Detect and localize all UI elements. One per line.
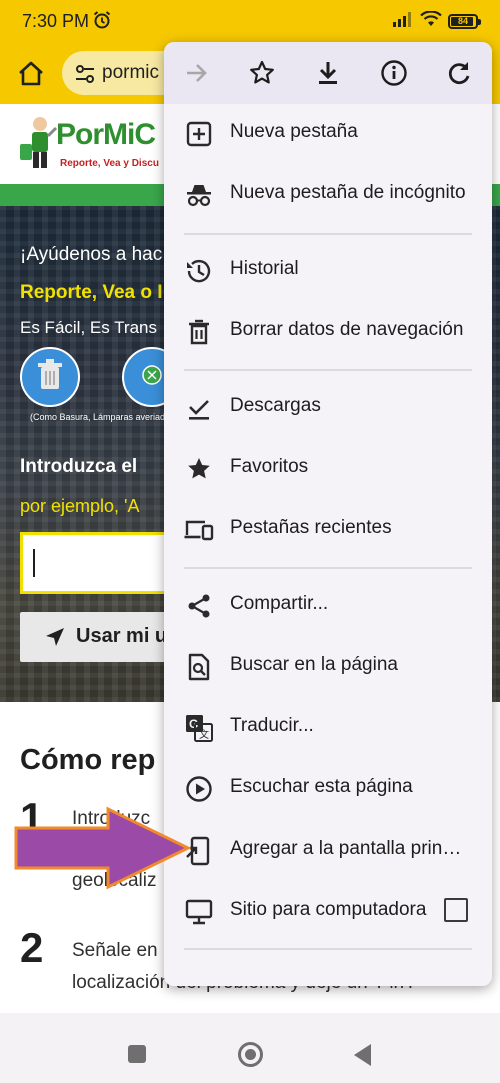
menu-item-label: Nueva pestaña xyxy=(230,121,358,142)
new-tab-icon xyxy=(184,119,214,149)
star-icon[interactable] xyxy=(247,58,277,88)
menu-item-incognito-tab[interactable]: Nueva pestaña de incógnito xyxy=(164,165,492,225)
share-icon xyxy=(184,591,214,621)
site-settings-icon[interactable] xyxy=(74,63,96,90)
refresh-icon[interactable] xyxy=(444,58,474,88)
download-icon[interactable] xyxy=(313,58,343,88)
alarm-icon xyxy=(92,10,112,35)
status-time: 7:30 PM xyxy=(22,11,90,31)
url-text[interactable]: pormic xyxy=(102,62,159,84)
menu-item-add-to-home[interactable]: Agregar a la pantalla principal xyxy=(164,821,492,881)
hero-subheadline: Reporte, Vea o I xyxy=(20,282,163,303)
logo-wordmark: PorMiC xyxy=(56,118,156,151)
battery-level: 84 xyxy=(457,16,468,26)
menu-item-listen[interactable]: Escuchar esta página xyxy=(164,759,492,819)
menu-divider xyxy=(184,233,472,235)
navigation-arrow-icon xyxy=(44,626,66,653)
svg-text:文: 文 xyxy=(199,728,209,741)
browser-overflow-menu: Nueva pestaña Nueva pestaña de incógnito… xyxy=(164,42,492,986)
battery-icon: 84 xyxy=(448,14,481,29)
translate-icon: G文 xyxy=(184,713,214,743)
search-prompt: Introduzca el xyxy=(20,456,138,477)
signal-icon xyxy=(392,11,414,32)
location-input[interactable] xyxy=(20,532,180,594)
menu-toolbar xyxy=(164,42,492,104)
menu-item-share[interactable]: Compartir... xyxy=(164,576,492,636)
status-icons: 84 xyxy=(392,10,481,32)
menu-item-clear-data[interactable]: Borrar datos de navegación xyxy=(164,302,492,362)
menu-item-desktop-site[interactable]: Sitio para computadora xyxy=(164,882,492,942)
back-icon[interactable] xyxy=(354,1044,371,1066)
menu-item-label: Buscar en la página xyxy=(230,654,398,675)
menu-item-label: Nueva pestaña de incógnito xyxy=(230,182,466,203)
menu-divider xyxy=(184,369,472,371)
desktop-site-checkbox[interactable] xyxy=(444,898,468,922)
search-example: por ejemplo, 'A xyxy=(20,496,140,516)
menu-item-label: Escuchar esta página xyxy=(230,776,413,797)
devices-icon xyxy=(184,515,214,545)
info-icon[interactable] xyxy=(379,58,409,88)
hero-icon-caption: (Como Basura, Lámparas averiad xyxy=(30,412,166,422)
menu-item-downloads[interactable]: Descargas xyxy=(164,378,492,438)
forward-icon[interactable] xyxy=(182,58,212,88)
menu-item-label: Sitio para computadora xyxy=(230,899,427,920)
hero-headline: ¡Ayúdenos a hac xyxy=(20,244,163,265)
menu-item-label: Favoritos xyxy=(230,456,309,477)
recents-icon[interactable] xyxy=(128,1045,146,1063)
text-caret xyxy=(33,549,35,577)
annotation-arrow-icon xyxy=(14,806,192,890)
status-bar: 7:30 PM 84 xyxy=(0,0,500,42)
logo-tagline: Reporte, Vea y Discu xyxy=(60,158,159,169)
menu-item-bookmarks[interactable]: Favoritos xyxy=(164,439,492,499)
trash-category-icon[interactable] xyxy=(20,347,80,407)
mascot-icon xyxy=(20,117,58,168)
step-number: 2 xyxy=(20,924,44,971)
home-nav-icon[interactable] xyxy=(238,1042,263,1067)
downloads-icon xyxy=(184,393,214,423)
play-icon xyxy=(184,774,214,804)
star-icon xyxy=(184,454,214,484)
menu-item-new-tab[interactable]: Nueva pestaña xyxy=(164,104,492,164)
menu-item-history[interactable]: Historial xyxy=(164,241,492,301)
menu-item-find-in-page[interactable]: Buscar en la página xyxy=(164,637,492,697)
home-icon[interactable] xyxy=(16,59,46,94)
section-title: Cómo rep xyxy=(20,744,156,776)
use-my-location-button[interactable]: Usar mi u xyxy=(20,612,180,662)
menu-item-label: Traducir... xyxy=(230,715,314,736)
desktop-icon xyxy=(184,897,214,927)
hero-tagline: Es Fácil, Es Trans xyxy=(20,318,157,337)
system-nav-bar xyxy=(0,1013,500,1083)
menu-divider xyxy=(184,567,472,569)
use-my-location-label: Usar mi u xyxy=(76,625,168,647)
menu-divider xyxy=(184,948,472,950)
incognito-icon xyxy=(184,180,214,210)
menu-item-recent-tabs[interactable]: Pestañas recientes xyxy=(164,500,492,560)
menu-item-label: Historial xyxy=(230,258,299,279)
menu-item-label: Pestañas recientes xyxy=(230,517,392,538)
menu-item-label: Descargas xyxy=(230,395,321,416)
menu-item-label: Compartir... xyxy=(230,593,329,614)
step-text: Señale en xyxy=(72,940,158,961)
menu-scroll-fade xyxy=(164,962,492,986)
menu-item-label: Agregar a la pantalla principal xyxy=(230,838,470,859)
history-icon xyxy=(184,256,214,286)
menu-item-label: Borrar datos de navegación xyxy=(230,319,464,340)
wifi-icon xyxy=(420,10,442,32)
find-in-page-icon xyxy=(184,652,214,682)
trash-icon xyxy=(184,317,214,347)
menu-item-translate[interactable]: G文 Traducir... xyxy=(164,698,492,758)
